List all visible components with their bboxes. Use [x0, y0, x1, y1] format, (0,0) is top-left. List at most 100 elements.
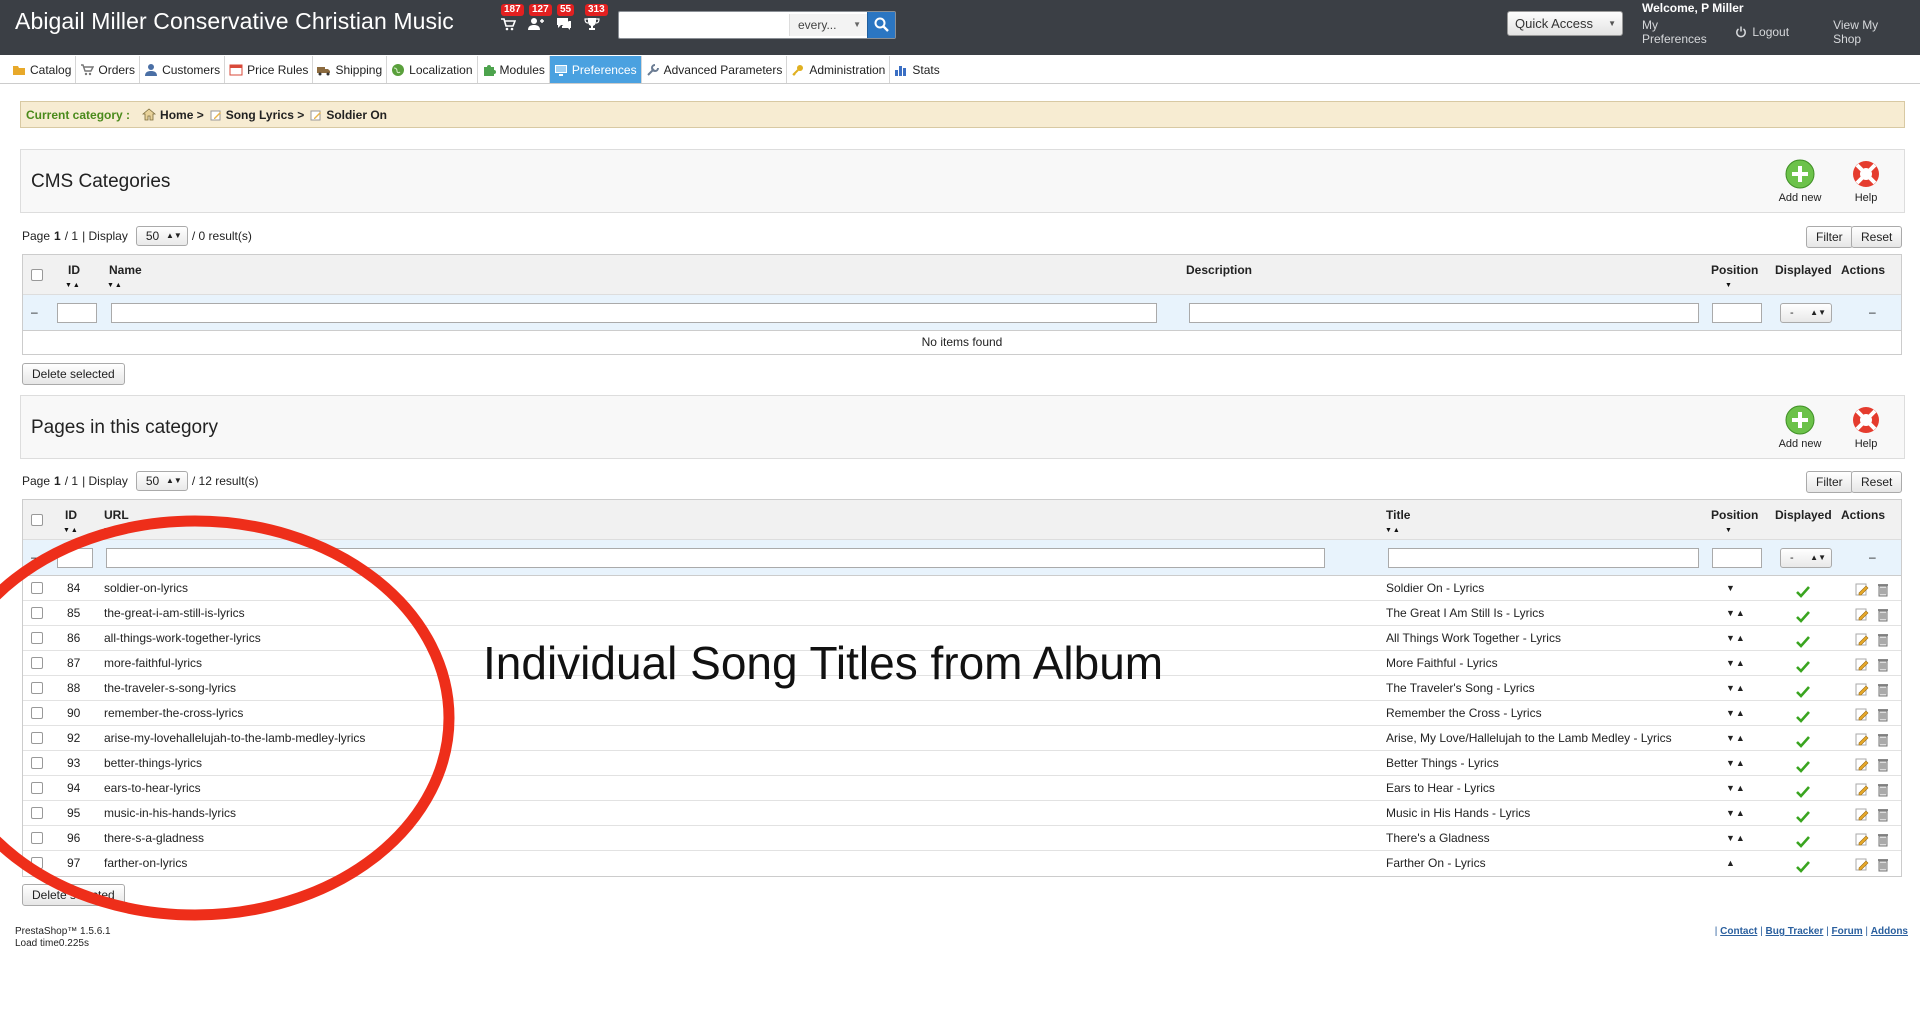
position-filter-input[interactable] — [1712, 303, 1762, 323]
row-checkbox[interactable] — [31, 782, 43, 794]
row-checkbox[interactable] — [31, 857, 43, 869]
displayed-toggle[interactable] — [1796, 782, 1810, 798]
description-filter-input[interactable] — [1189, 303, 1699, 323]
delete-button[interactable] — [1877, 806, 1891, 822]
table-row[interactable]: 90 remember-the-cross-lyrics Remember the … — [23, 701, 1901, 726]
sort-arrows-icon[interactable]: ▼▲ — [63, 527, 79, 534]
row-checkbox[interactable] — [31, 582, 43, 594]
sort-arrows-icon[interactable]: ▼▲ — [65, 282, 81, 289]
tab-orders[interactable]: Orders — [75, 56, 139, 83]
add-new-button[interactable]: Add new — [1775, 404, 1825, 450]
per-page-select[interactable]: 50 ▲▼ — [135, 471, 188, 491]
breadcrumb-song-lyrics[interactable]: Song Lyrics > — [210, 108, 304, 122]
help-button[interactable]: Help — [1841, 404, 1891, 450]
filter-button[interactable]: Filter — [1806, 471, 1853, 493]
table-row[interactable]: 84 soldier-on-lyrics Soldier On - Lyrics ▼ — [23, 576, 1901, 601]
move-arrows-icon[interactable]: ▼▲ — [1726, 676, 1746, 701]
move-arrows-icon[interactable]: ▼▲ — [1726, 801, 1746, 826]
move-arrows-icon[interactable]: ▼▲ — [1726, 601, 1746, 626]
edit-button[interactable] — [1855, 606, 1869, 621]
messages-notification[interactable]: 55 — [554, 4, 578, 32]
table-row[interactable]: 92 arise-my-lovehallelujah-to-the-lamb-me… — [23, 726, 1901, 751]
edit-button[interactable] — [1855, 706, 1869, 721]
tab-price-rules[interactable]: Price Rules — [224, 56, 312, 83]
displayed-toggle[interactable] — [1796, 657, 1810, 673]
delete-button[interactable] — [1877, 781, 1891, 797]
row-checkbox[interactable] — [31, 757, 43, 769]
displayed-toggle[interactable] — [1796, 757, 1810, 773]
view-my-shop-link[interactable]: View My Shop — [1833, 18, 1898, 46]
sort-arrows-icon[interactable]: ▼ — [1725, 282, 1733, 289]
orders-notification[interactable]: 187 — [498, 4, 524, 32]
breadcrumb-home[interactable]: Home > — [142, 108, 204, 122]
delete-button[interactable] — [1877, 606, 1891, 622]
table-row[interactable]: 94 ears-to-hear-lyrics Ears to Hear - Lyri… — [23, 776, 1901, 801]
move-arrows-icon[interactable]: ▼▲ — [1726, 726, 1746, 751]
delete-button[interactable] — [1877, 631, 1891, 647]
table-row[interactable]: 95 music-in-his-hands-lyrics Music in His … — [23, 801, 1901, 826]
tab-shipping[interactable]: Shipping — [312, 56, 386, 83]
trophy-notification[interactable]: 313 — [582, 4, 608, 32]
displayed-toggle[interactable] — [1796, 732, 1810, 748]
move-arrows-icon[interactable]: ▼▲ — [1726, 651, 1746, 676]
table-row[interactable]: 93 better-things-lyrics Better Things - Ly… — [23, 751, 1901, 776]
table-row[interactable]: 96 there-s-a-gladness There's a Gladness ▼▲ — [23, 826, 1901, 851]
shop-name[interactable]: Abigail Miller Conservative Christian Mu… — [15, 8, 454, 35]
search-scope-select[interactable]: every... ▼ — [789, 14, 867, 36]
delete-button[interactable] — [1877, 656, 1891, 672]
edit-button[interactable] — [1855, 756, 1869, 771]
tab-modules[interactable]: Modules — [476, 56, 549, 83]
customers-notification[interactable]: 127 — [526, 4, 552, 32]
edit-button[interactable] — [1855, 856, 1869, 871]
tab-advanced-parameters[interactable]: Advanced Parameters — [640, 56, 787, 83]
displayed-toggle[interactable] — [1796, 807, 1810, 823]
select-all-checkbox[interactable] — [31, 514, 43, 526]
displayed-toggle[interactable] — [1796, 707, 1810, 723]
row-checkbox[interactable] — [31, 657, 43, 669]
row-checkbox[interactable] — [31, 632, 43, 644]
move-arrows-icon[interactable]: ▼ — [1726, 576, 1736, 601]
move-arrows-icon[interactable]: ▼▲ — [1726, 751, 1746, 776]
tab-catalog[interactable]: Catalog — [8, 56, 75, 83]
displayed-filter-select[interactable]: - ▲▼ — [1780, 303, 1832, 323]
move-arrows-icon[interactable]: ▼▲ — [1726, 776, 1746, 801]
edit-button[interactable] — [1855, 581, 1869, 596]
logout-link[interactable]: Logout — [1735, 18, 1811, 46]
url-filter-input[interactable] — [106, 548, 1325, 568]
sort-arrows-icon[interactable]: ▼ — [1725, 527, 1733, 534]
row-checkbox[interactable] — [31, 607, 43, 619]
delete-selected-button[interactable]: Delete selected — [22, 363, 125, 385]
addons-link[interactable]: Addons — [1871, 926, 1908, 937]
tab-stats[interactable]: Stats — [889, 56, 943, 83]
move-arrows-icon[interactable]: ▼▲ — [1726, 826, 1746, 851]
edit-button[interactable] — [1855, 731, 1869, 746]
edit-button[interactable] — [1855, 656, 1869, 671]
filter-button[interactable]: Filter — [1806, 226, 1853, 248]
move-arrows-icon[interactable]: ▼▲ — [1726, 626, 1746, 651]
id-filter-input[interactable] — [57, 303, 97, 323]
edit-button[interactable] — [1855, 681, 1869, 696]
sort-arrows-icon[interactable]: ▼▲ — [1385, 527, 1401, 534]
edit-button[interactable] — [1855, 781, 1869, 796]
edit-button[interactable] — [1855, 631, 1869, 646]
table-row[interactable]: 97 farther-on-lyrics Farther On - Lyrics ▲ — [23, 851, 1901, 876]
delete-button[interactable] — [1877, 681, 1891, 697]
name-filter-input[interactable] — [111, 303, 1157, 323]
row-checkbox[interactable] — [31, 807, 43, 819]
displayed-toggle[interactable] — [1796, 607, 1810, 623]
move-arrows-icon[interactable]: ▼▲ — [1726, 701, 1746, 726]
my-preferences-link[interactable]: My Preferences — [1642, 18, 1713, 46]
displayed-toggle[interactable] — [1796, 682, 1810, 698]
table-row[interactable]: 85 the-great-i-am-still-is-lyrics The Grea… — [23, 601, 1901, 626]
displayed-toggle[interactable] — [1796, 632, 1810, 648]
sort-arrows-icon[interactable]: ▼ — [103, 527, 111, 534]
title-filter-input[interactable] — [1388, 548, 1699, 568]
tab-customers[interactable]: Customers — [139, 56, 224, 83]
tab-preferences[interactable]: Preferences — [548, 56, 641, 83]
tab-localization[interactable]: Localization — [386, 56, 476, 83]
edit-button[interactable] — [1855, 806, 1869, 821]
per-page-select[interactable]: 50 ▲▼ — [135, 226, 188, 246]
delete-button[interactable] — [1877, 756, 1891, 772]
delete-button[interactable] — [1877, 831, 1891, 847]
delete-button[interactable] — [1877, 581, 1891, 597]
